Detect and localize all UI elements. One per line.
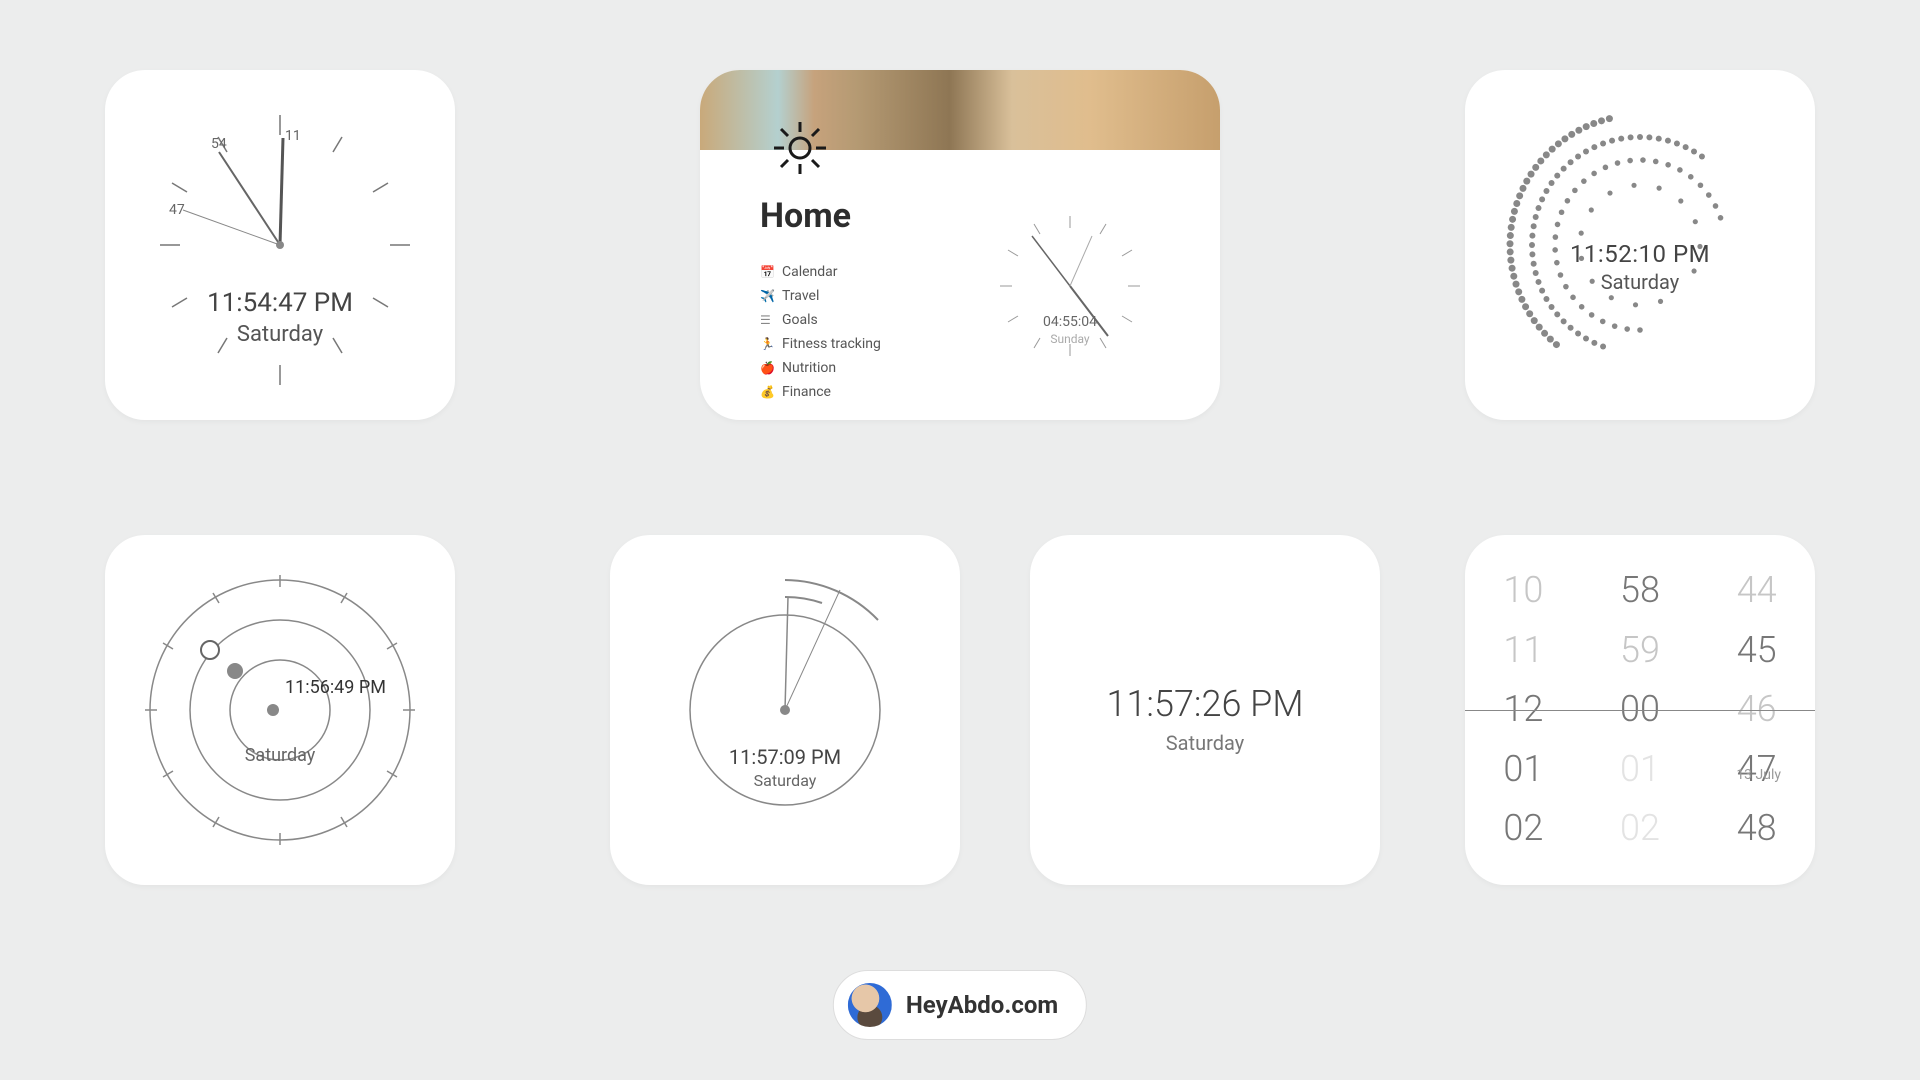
nav-item-nutrition[interactable]: 🍎 Nutrition xyxy=(760,356,980,380)
radial-arc-face xyxy=(610,535,960,885)
orbit-face xyxy=(105,535,455,885)
cover-image xyxy=(700,70,1220,150)
list-icon: ☰ xyxy=(760,313,774,327)
clock-widget-analog-numbers[interactable]: 11 54 47 11:54:47 PM Saturday xyxy=(105,70,455,420)
mini-day-text: Sunday xyxy=(980,332,1160,346)
time-text: 11:57:09 PM xyxy=(610,745,960,769)
minute-label: 54 xyxy=(211,136,227,152)
site-name: HeyAbdo.com xyxy=(906,991,1058,1019)
money-icon: 💰 xyxy=(760,385,774,399)
nav-label: Nutrition xyxy=(782,360,836,376)
date-text: 13 July xyxy=(1465,767,1781,783)
nav-label: Goals xyxy=(782,312,818,328)
clock-widget-radial-arc[interactable]: 11:57:09 PM Saturday xyxy=(610,535,960,885)
runner-icon: 🏃 xyxy=(760,337,774,351)
picker-divider xyxy=(1465,710,1815,711)
nav-label: Travel xyxy=(782,288,819,304)
time-text: 11:57:26 PM xyxy=(1030,683,1380,725)
clock-widget-picker[interactable]: 10 11 12 01 02 58 59 00 01 02 44 45 46 4… xyxy=(1465,535,1815,885)
time-text: 11:52:10 PM xyxy=(1465,240,1815,268)
nav-label: Calendar xyxy=(782,264,838,280)
mini-time-text: 04:55:04 xyxy=(980,314,1160,330)
nav-item-calendar[interactable]: 📅 Calendar xyxy=(760,260,980,284)
nav-label: Fitness tracking xyxy=(782,336,881,352)
nav-label: Finance xyxy=(782,384,831,400)
nav-item-travel[interactable]: ✈️ Travel xyxy=(760,284,980,308)
plane-icon: ✈️ xyxy=(760,289,774,303)
day-text: Saturday xyxy=(1465,270,1815,294)
avatar xyxy=(848,983,892,1027)
time-text: 11:56:49 PM xyxy=(285,677,386,698)
page-title: Home xyxy=(760,196,980,236)
site-credit-pill[interactable]: HeyAbdo.com xyxy=(833,970,1087,1040)
analog-clock-face xyxy=(105,70,455,420)
clock-widget-dot-spiral[interactable]: 11:52:10 PM Saturday xyxy=(1465,70,1815,420)
apple-icon: 🍎 xyxy=(760,361,774,375)
nav-item-fitness[interactable]: 🏃 Fitness tracking xyxy=(760,332,980,356)
sun-icon xyxy=(770,118,830,178)
clock-widget-digital[interactable]: 11:57:26 PM Saturday xyxy=(1030,535,1380,885)
calendar-icon: 📅 xyxy=(760,265,774,279)
day-text: Saturday xyxy=(610,771,960,790)
day-text: Saturday xyxy=(105,745,455,766)
notion-home-widget[interactable]: Home 📅 Calendar ✈️ Travel ☰ Goals 🏃 Fitness … xyxy=(700,70,1220,420)
second-label: 47 xyxy=(169,202,185,218)
day-text: Saturday xyxy=(1030,731,1380,755)
hour-label: 11 xyxy=(285,128,301,144)
embedded-clock-widget: 04:55:04 Sunday xyxy=(980,196,1160,404)
nav-item-finance[interactable]: 💰 Finance xyxy=(760,380,980,404)
clock-widget-orbit[interactable]: 11:56:49 PM Saturday xyxy=(105,535,455,885)
day-text: Saturday xyxy=(105,322,455,347)
nav-item-goals[interactable]: ☰ Goals xyxy=(760,308,980,332)
time-text: 11:54:47 PM xyxy=(105,288,455,318)
